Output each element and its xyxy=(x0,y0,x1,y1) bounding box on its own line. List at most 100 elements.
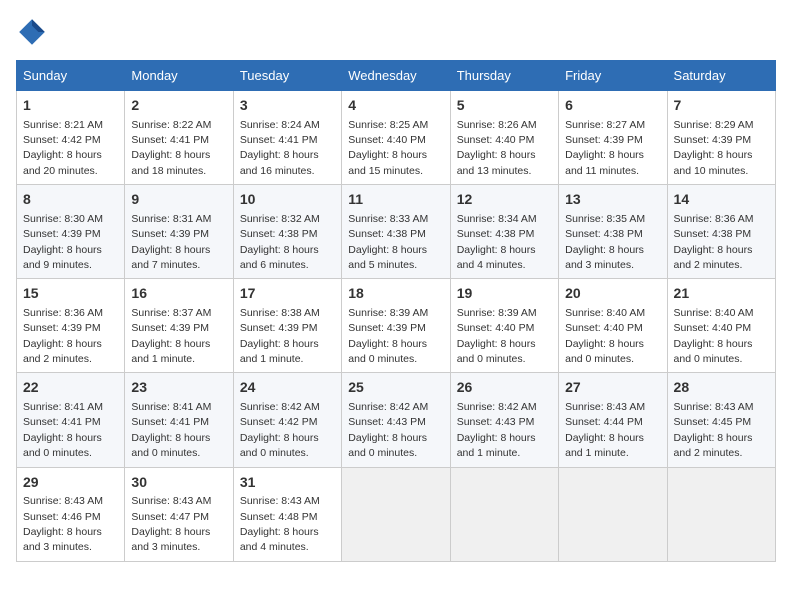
day-number: 27 xyxy=(565,378,660,398)
empty-cell xyxy=(667,467,775,561)
day-info: Sunrise: 8:34 AM Sunset: 4:38 PM Dayligh… xyxy=(457,213,537,271)
day-cell-28: 28 Sunrise: 8:43 AM Sunset: 4:45 PM Dayli… xyxy=(667,373,775,467)
day-cell-22: 22 Sunrise: 8:41 AM Sunset: 4:41 PM Dayli… xyxy=(17,373,125,467)
day-number: 13 xyxy=(565,190,660,210)
day-number: 29 xyxy=(23,473,118,493)
day-info: Sunrise: 8:35 AM Sunset: 4:38 PM Dayligh… xyxy=(565,213,645,271)
day-number: 23 xyxy=(131,378,226,398)
day-number: 4 xyxy=(348,96,443,116)
col-header-thursday: Thursday xyxy=(450,61,558,91)
day-cell-27: 27 Sunrise: 8:43 AM Sunset: 4:44 PM Dayli… xyxy=(559,373,667,467)
logo xyxy=(16,16,50,48)
day-info: Sunrise: 8:43 AM Sunset: 4:46 PM Dayligh… xyxy=(23,495,103,553)
day-number: 10 xyxy=(240,190,335,210)
day-cell-4: 4 Sunrise: 8:25 AM Sunset: 4:40 PM Daylig… xyxy=(342,91,450,185)
day-number: 26 xyxy=(457,378,552,398)
day-info: Sunrise: 8:37 AM Sunset: 4:39 PM Dayligh… xyxy=(131,307,211,365)
day-info: Sunrise: 8:40 AM Sunset: 4:40 PM Dayligh… xyxy=(674,307,754,365)
day-cell-29: 29Sunrise: 8:43 AM Sunset: 4:46 PM Dayli… xyxy=(17,467,125,561)
day-number: 17 xyxy=(240,284,335,304)
col-header-wednesday: Wednesday xyxy=(342,61,450,91)
day-cell-6: 6 Sunrise: 8:27 AM Sunset: 4:39 PM Daylig… xyxy=(559,91,667,185)
day-info: Sunrise: 8:33 AM Sunset: 4:38 PM Dayligh… xyxy=(348,213,428,271)
day-cell-25: 25 Sunrise: 8:42 AM Sunset: 4:43 PM Dayli… xyxy=(342,373,450,467)
day-cell-24: 24 Sunrise: 8:42 AM Sunset: 4:42 PM Dayli… xyxy=(233,373,341,467)
day-cell-2: 2 Sunrise: 8:22 AM Sunset: 4:41 PM Daylig… xyxy=(125,91,233,185)
day-cell-11: 11 Sunrise: 8:33 AM Sunset: 4:38 PM Dayli… xyxy=(342,185,450,279)
day-cell-9: 9 Sunrise: 8:31 AM Sunset: 4:39 PM Daylig… xyxy=(125,185,233,279)
day-info: Sunrise: 8:39 AM Sunset: 4:39 PM Dayligh… xyxy=(348,307,428,365)
day-number: 18 xyxy=(348,284,443,304)
day-number: 6 xyxy=(565,96,660,116)
day-number: 14 xyxy=(674,190,769,210)
day-cell-14: 14 Sunrise: 8:36 AM Sunset: 4:38 PM Dayli… xyxy=(667,185,775,279)
day-info: Sunrise: 8:36 AM Sunset: 4:38 PM Dayligh… xyxy=(674,213,754,271)
day-number: 28 xyxy=(674,378,769,398)
day-info: Sunrise: 8:41 AM Sunset: 4:41 PM Dayligh… xyxy=(23,401,103,459)
day-number: 11 xyxy=(348,190,443,210)
calendar-table: SundayMondayTuesdayWednesdayThursdayFrid… xyxy=(16,60,776,562)
day-cell-18: 18 Sunrise: 8:39 AM Sunset: 4:39 PM Dayli… xyxy=(342,279,450,373)
day-info: Sunrise: 8:40 AM Sunset: 4:40 PM Dayligh… xyxy=(565,307,645,365)
day-info: Sunrise: 8:27 AM Sunset: 4:39 PM Dayligh… xyxy=(565,119,645,177)
col-header-saturday: Saturday xyxy=(667,61,775,91)
day-cell-3: 3Sunrise: 8:24 AM Sunset: 4:41 PM Daylig… xyxy=(233,91,341,185)
day-info: Sunrise: 8:39 AM Sunset: 4:40 PM Dayligh… xyxy=(457,307,537,365)
empty-cell xyxy=(559,467,667,561)
day-info: Sunrise: 8:42 AM Sunset: 4:42 PM Dayligh… xyxy=(240,401,320,459)
day-cell-8: 8 Sunrise: 8:30 AM Sunset: 4:39 PM Daylig… xyxy=(17,185,125,279)
day-cell-5: 5 Sunrise: 8:26 AM Sunset: 4:40 PM Daylig… xyxy=(450,91,558,185)
day-cell-31: 31Sunrise: 8:43 AM Sunset: 4:48 PM Dayli… xyxy=(233,467,341,561)
day-cell-17: 17 Sunrise: 8:38 AM Sunset: 4:39 PM Dayli… xyxy=(233,279,341,373)
day-cell-21: 21 Sunrise: 8:40 AM Sunset: 4:40 PM Dayli… xyxy=(667,279,775,373)
day-info: Sunrise: 8:29 AM Sunset: 4:39 PM Dayligh… xyxy=(674,119,754,177)
day-info: Sunrise: 8:21 AM Sunset: 4:42 PM Dayligh… xyxy=(23,119,103,177)
day-info: Sunrise: 8:43 AM Sunset: 4:44 PM Dayligh… xyxy=(565,401,645,459)
day-info: Sunrise: 8:22 AM Sunset: 4:41 PM Dayligh… xyxy=(131,119,211,177)
day-cell-13: 13 Sunrise: 8:35 AM Sunset: 4:38 PM Dayli… xyxy=(559,185,667,279)
day-info: Sunrise: 8:41 AM Sunset: 4:41 PM Dayligh… xyxy=(131,401,211,459)
day-cell-15: 15 Sunrise: 8:36 AM Sunset: 4:39 PM Dayli… xyxy=(17,279,125,373)
day-cell-10: 10 Sunrise: 8:32 AM Sunset: 4:38 PM Dayli… xyxy=(233,185,341,279)
day-number: 9 xyxy=(131,190,226,210)
empty-cell xyxy=(342,467,450,561)
day-info: Sunrise: 8:36 AM Sunset: 4:39 PM Dayligh… xyxy=(23,307,103,365)
day-cell-19: 19 Sunrise: 8:39 AM Sunset: 4:40 PM Dayli… xyxy=(450,279,558,373)
day-number: 31 xyxy=(240,473,335,493)
day-number: 22 xyxy=(23,378,118,398)
day-number: 2 xyxy=(131,96,226,116)
day-number: 25 xyxy=(348,378,443,398)
day-number: 15 xyxy=(23,284,118,304)
day-info: Sunrise: 8:43 AM Sunset: 4:45 PM Dayligh… xyxy=(674,401,754,459)
day-info: Sunrise: 8:30 AM Sunset: 4:39 PM Dayligh… xyxy=(23,213,103,271)
day-number: 1 xyxy=(23,96,118,116)
day-info: Sunrise: 8:32 AM Sunset: 4:38 PM Dayligh… xyxy=(240,213,320,271)
day-info: Sunrise: 8:43 AM Sunset: 4:48 PM Dayligh… xyxy=(240,495,320,553)
day-info: Sunrise: 8:43 AM Sunset: 4:47 PM Dayligh… xyxy=(131,495,211,553)
day-cell-20: 20 Sunrise: 8:40 AM Sunset: 4:40 PM Dayli… xyxy=(559,279,667,373)
day-cell-26: 26 Sunrise: 8:42 AM Sunset: 4:43 PM Dayli… xyxy=(450,373,558,467)
empty-cell xyxy=(450,467,558,561)
day-number: 12 xyxy=(457,190,552,210)
day-info: Sunrise: 8:25 AM Sunset: 4:40 PM Dayligh… xyxy=(348,119,428,177)
day-info: Sunrise: 8:31 AM Sunset: 4:39 PM Dayligh… xyxy=(131,213,211,271)
day-number: 20 xyxy=(565,284,660,304)
day-number: 30 xyxy=(131,473,226,493)
day-cell-16: 16Sunrise: 8:37 AM Sunset: 4:39 PM Dayli… xyxy=(125,279,233,373)
day-cell-1: 1 Sunrise: 8:21 AM Sunset: 4:42 PM Daylig… xyxy=(17,91,125,185)
day-info: Sunrise: 8:26 AM Sunset: 4:40 PM Dayligh… xyxy=(457,119,537,177)
col-header-sunday: Sunday xyxy=(17,61,125,91)
day-info: Sunrise: 8:38 AM Sunset: 4:39 PM Dayligh… xyxy=(240,307,320,365)
day-number: 8 xyxy=(23,190,118,210)
page-header xyxy=(16,16,776,48)
day-cell-7: 7Sunrise: 8:29 AM Sunset: 4:39 PM Daylig… xyxy=(667,91,775,185)
col-header-friday: Friday xyxy=(559,61,667,91)
day-info: Sunrise: 8:42 AM Sunset: 4:43 PM Dayligh… xyxy=(348,401,428,459)
day-info: Sunrise: 8:42 AM Sunset: 4:43 PM Dayligh… xyxy=(457,401,537,459)
col-header-monday: Monday xyxy=(125,61,233,91)
day-number: 24 xyxy=(240,378,335,398)
day-number: 21 xyxy=(674,284,769,304)
day-number: 19 xyxy=(457,284,552,304)
day-number: 5 xyxy=(457,96,552,116)
day-cell-30: 30Sunrise: 8:43 AM Sunset: 4:47 PM Dayli… xyxy=(125,467,233,561)
